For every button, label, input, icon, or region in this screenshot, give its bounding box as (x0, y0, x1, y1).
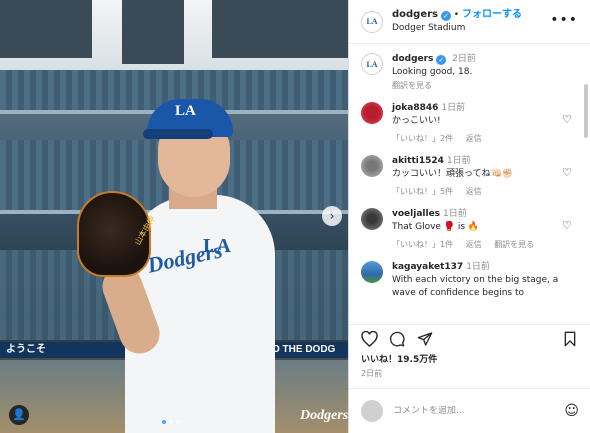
player-figure: Dodgers LA LA 山本由伸 (77, 95, 285, 433)
carousel-indicator (162, 420, 180, 424)
caption-translate-link[interactable]: 翻訳を見る (392, 79, 570, 92)
viewer-avatar (361, 400, 383, 422)
comment-item: voeljalles 1日前 That Glove 🥊 is 🔥 「いいね！」1件… (361, 208, 579, 251)
stadium-roof-center (122, 0, 184, 64)
carousel-dot (162, 420, 166, 424)
caption-body: dodgers ✓ 2日前 Looking good, 18. 翻訳を見る (392, 53, 570, 92)
comment-time: 1日前 (443, 209, 467, 219)
comment-item: kagayaket137 1日前 With each victory on the… (361, 261, 579, 300)
comment-body: voeljalles 1日前 That Glove 🥊 is 🔥 「いいね！」1件… (392, 208, 570, 251)
comment-body: akitti1524 1日前 カッコいい！頑張ってね👊🏻✊🏻 「いいね！」5件 返… (392, 155, 570, 198)
carousel-dot (169, 420, 173, 424)
send-icon (417, 332, 433, 346)
comment-meta: 「いいね！」2件 返信 (392, 132, 570, 145)
add-comment-bar: ☺ (349, 388, 590, 433)
stadium-roof-left (0, 0, 92, 58)
emoji-icon: ☺ (564, 403, 579, 419)
follow-button[interactable]: フォローする (462, 9, 522, 20)
comment-username[interactable]: kagayaket137 (392, 262, 463, 272)
post-photo[interactable]: ようこそ O THE DODG Dodgers LA LA 山本由伸 › 👤 D… (0, 0, 348, 433)
dodgers-logo: LA (366, 17, 378, 26)
comment-text: カッコいい！頑張ってね👊🏻✊🏻 (392, 169, 513, 179)
stadium-banner-left-text: ようこそ (6, 344, 46, 355)
comment-like-button[interactable]: ♡ (562, 114, 573, 125)
cap-la-logo: LA (175, 103, 196, 119)
comment-like-button[interactable]: ♡ (562, 167, 573, 178)
emoji-button[interactable]: ☺ (564, 403, 579, 419)
tagged-people-button[interactable]: 👤 (9, 405, 29, 425)
author-avatar[interactable]: LA (361, 10, 383, 33)
header-text: dodgers ✓ • フォローする Dodger Stadium (392, 8, 522, 35)
comments-list[interactable]: LA dodgers ✓ 2日前 Looking good, 18. 翻訳を見る… (349, 45, 590, 317)
comment-username[interactable]: joka8846 (392, 103, 438, 113)
comment-reply-link[interactable]: 返信 (466, 187, 482, 196)
heart-outline-icon: ♡ (562, 166, 572, 179)
stadium-roof-right (212, 0, 348, 58)
comment-meta: 「いいね！」1件 返信 翻訳を見る (392, 238, 570, 251)
comment-body: joka8846 1日前 かっこいい! 「いいね！」2件 返信 (392, 102, 570, 145)
person-tag-icon: 👤 (12, 408, 26, 421)
heart-outline-icon: ♡ (562, 113, 572, 126)
comment-item: joka8846 1日前 かっこいい! 「いいね！」2件 返信 ♡ (361, 102, 579, 145)
jersey-la-logo: LA (203, 235, 231, 257)
comment-username[interactable]: akitti1524 (392, 156, 444, 166)
bookmark-icon (564, 331, 576, 347)
post-caption: LA dodgers ✓ 2日前 Looking good, 18. 翻訳を見る (361, 53, 579, 92)
comment-button[interactable] (389, 331, 405, 350)
save-button[interactable] (563, 331, 577, 350)
player-cap-brim (143, 129, 213, 139)
comment-body: kagayaket137 1日前 With each victory on the… (392, 261, 570, 300)
comments-scrollbar[interactable] (584, 84, 588, 138)
likes-count[interactable]: いいね！19.5万件 (361, 352, 437, 365)
caption-author-avatar[interactable]: LA (361, 53, 383, 75)
dodgers-watermark: Dodgers (300, 408, 348, 423)
commenter-avatar[interactable] (361, 261, 383, 283)
post-actions-bar (349, 324, 590, 350)
commenter-avatar[interactable] (361, 102, 383, 124)
author-username[interactable]: dodgers (392, 9, 438, 20)
dodgers-logo: LA (366, 59, 378, 69)
comment-like-button[interactable]: ♡ (562, 220, 573, 231)
more-horizontal-icon: ••• (550, 12, 578, 28)
comment-time: 1日前 (446, 156, 471, 166)
comment-likes-count[interactable]: 「いいね！」2件 (392, 134, 453, 143)
chevron-right-icon: › (329, 209, 335, 223)
heart-icon (361, 330, 378, 348)
post-timestamp[interactable]: 2日前 (361, 368, 382, 379)
caption-text: Looking good, 18. (392, 67, 473, 77)
verified-badge-icon: ✓ (440, 11, 451, 21)
more-options-button[interactable]: ••• (550, 12, 578, 28)
share-button[interactable] (417, 331, 433, 350)
next-image-button[interactable]: › (322, 206, 342, 226)
comment-reply-link[interactable]: 返信 (466, 134, 482, 143)
comment-item: akitti1524 1日前 カッコいい！頑張ってね👊🏻✊🏻 「いいね！」5件 返… (361, 155, 579, 198)
comment-text: かっこいい! (392, 116, 441, 126)
caption-username[interactable]: dodgers (392, 54, 433, 64)
post-side-panel: LA dodgers ✓ • フォローする Dodger Stadium •••… (348, 0, 590, 433)
comment-meta: 「いいね！」5件 返信 (392, 185, 570, 198)
comment-time: 1日前 (466, 262, 490, 272)
post-location[interactable]: Dodger Stadium (392, 22, 522, 35)
commenter-avatar[interactable] (361, 155, 383, 177)
commenter-avatar[interactable] (361, 208, 383, 230)
comment-icon (389, 331, 405, 347)
comment-input[interactable] (393, 406, 565, 416)
comment-reply-link[interactable]: 返信 (466, 240, 482, 249)
comment-likes-count[interactable]: 「いいね！」1件 (392, 240, 453, 249)
caption-time: 2日前 (452, 54, 476, 64)
comment-translate-link[interactable]: 翻訳を見る (494, 240, 534, 249)
comment-likes-count[interactable]: 「いいね！」5件 (392, 187, 453, 196)
comment-time: 1日前 (441, 103, 466, 113)
post-header: LA dodgers ✓ • フォローする Dodger Stadium ••• (349, 0, 590, 44)
like-button[interactable] (361, 330, 378, 350)
carousel-dot (176, 420, 180, 424)
heart-outline-icon: ♡ (562, 219, 572, 232)
header-separator: • (453, 10, 460, 20)
comment-text: That Glove 🥊 is 🔥 (392, 222, 480, 232)
verified-badge-icon: ✓ (436, 55, 447, 65)
comment-username[interactable]: voeljalles (392, 209, 440, 219)
comment-text: With each victory on the big stage, a wa… (392, 275, 559, 298)
